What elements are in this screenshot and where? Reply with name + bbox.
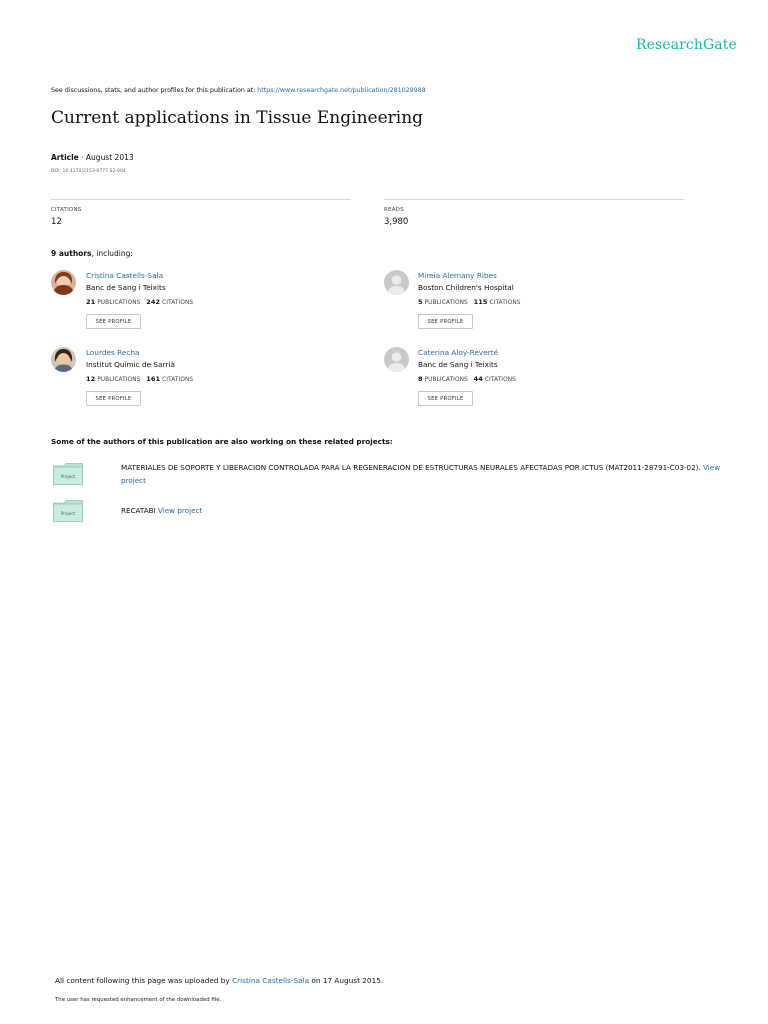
view-project-link[interactable]: View project (158, 506, 202, 515)
project-folder-icon: Project (53, 463, 83, 485)
folder-label: Project (61, 511, 76, 516)
citations-label: CITATIONS (51, 207, 82, 213)
author-publications-count: 12 (86, 375, 96, 383)
author-publications-count: 21 (86, 298, 96, 306)
author-citations-count: 161 (146, 375, 161, 383)
author-publications-count: 5 (418, 298, 423, 306)
citations-label: CITATIONS (162, 300, 194, 306)
project-entry: RECATABI View project (121, 505, 721, 518)
publication-title: Current applications in Tissue Engineeri… (51, 108, 424, 128)
author-photo-icon (51, 347, 76, 372)
publications-label: PUBLICATIONS (424, 300, 468, 306)
author-photo-icon (51, 270, 76, 295)
publication-type: Article (51, 153, 79, 162)
author-avatar[interactable] (51, 270, 76, 295)
upload-note: All content following this page was uplo… (55, 976, 383, 985)
authors-suffix: , including: (91, 249, 133, 258)
user-silhouette-icon (384, 270, 409, 295)
upload-prefix: All content following this page was uplo… (55, 976, 233, 985)
author-name-link[interactable]: Lourdes Recha (86, 348, 139, 357)
see-profile-button[interactable]: SEE PROFILE (86, 391, 141, 406)
authors-heading: 9 authors, including: (51, 249, 133, 258)
author-stats: 8 PUBLICATIONS 44 CITATIONS (418, 375, 516, 383)
see-profile-button[interactable]: SEE PROFILE (86, 314, 141, 329)
researchgate-logo[interactable]: ResearchGate (636, 37, 737, 53)
publication-meta: Article · August 2013 (51, 153, 134, 162)
author-stats: 12 PUBLICATIONS 161 CITATIONS (86, 375, 193, 383)
author-citations-count: 115 (473, 298, 488, 306)
reads-divider (384, 199, 684, 200)
publication-date: · August 2013 (78, 153, 134, 162)
user-silhouette-icon (384, 347, 409, 372)
project-entry: MATERIALES DE SOPORTE Y LIBERACION CONTR… (121, 462, 721, 487)
folder-label: Project (61, 474, 76, 479)
project-folder-icon: Project (53, 500, 83, 522)
author-avatar-placeholder[interactable] (384, 347, 409, 372)
enhancement-note: The user has requested enhancement of th… (55, 997, 222, 1003)
citations-label: CITATIONS (162, 377, 194, 383)
author-stats: 21 PUBLICATIONS 242 CITATIONS (86, 298, 193, 306)
author-citations-count: 242 (146, 298, 161, 306)
citations-divider (51, 199, 351, 200)
upload-suffix: on 17 August 2015. (309, 976, 384, 985)
reads-value: 3,980 (384, 217, 409, 227)
related-projects-heading: Some of the authors of this publication … (51, 437, 393, 446)
publications-label: PUBLICATIONS (97, 377, 141, 383)
author-institution: Banc de Sang i Teixits (418, 360, 498, 369)
author-name-link[interactable]: Mireia Alemany Ribes (418, 271, 497, 280)
authors-count: 9 authors (51, 249, 92, 258)
project-title: RECATABI (121, 506, 158, 515)
see-profile-button[interactable]: SEE PROFILE (418, 391, 473, 406)
author-institution: Institut Químic de Sarrià (86, 360, 175, 369)
publications-label: PUBLICATIONS (424, 377, 468, 383)
author-publications-count: 8 (418, 375, 423, 383)
citations-label: CITATIONS (489, 300, 521, 306)
author-name-link[interactable]: Cristina Castells-Sala (86, 271, 163, 280)
discussion-line: See discussions, stats, and author profi… (51, 87, 426, 94)
author-name-link[interactable]: Caterina Aloy-Reverté (418, 348, 498, 357)
project-title: MATERIALES DE SOPORTE Y LIBERACION CONTR… (121, 463, 704, 472)
reads-label: READS (384, 207, 404, 213)
author-avatar[interactable] (51, 347, 76, 372)
uploader-link[interactable]: Cristina Castells-Sala (232, 976, 309, 985)
citations-value: 12 (51, 217, 62, 227)
author-stats: 5 PUBLICATIONS 115 CITATIONS (418, 298, 521, 306)
see-profile-button[interactable]: SEE PROFILE (418, 314, 473, 329)
citations-label: CITATIONS (484, 377, 516, 383)
author-institution: Boston Children's Hospital (418, 283, 514, 292)
discussion-prefix: See discussions, stats, and author profi… (51, 87, 258, 94)
author-avatar-placeholder[interactable] (384, 270, 409, 295)
publication-doi: DOI: 10.4172/2153-0777.S2-004 (51, 169, 126, 174)
author-citations-count: 44 (473, 375, 483, 383)
publications-label: PUBLICATIONS (97, 300, 141, 306)
author-institution: Banc de Sang i Teixits (86, 283, 166, 292)
publication-url-link[interactable]: https://www.researchgate.net/publication… (257, 87, 425, 94)
